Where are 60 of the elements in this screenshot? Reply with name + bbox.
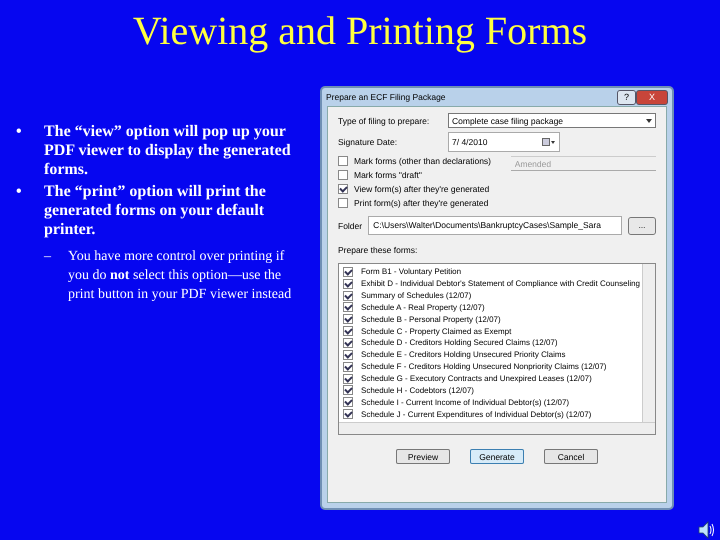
dialog-button[interactable]: Cancel	[544, 449, 598, 464]
form-item[interactable]: Schedule C - Property Claimed as Exempt	[361, 326, 512, 336]
option-label[interactable]: View form(s) after they're generated	[354, 184, 490, 194]
checkbox[interactable]	[343, 374, 353, 384]
vertical-scrollbar[interactable]	[642, 264, 655, 422]
form-item[interactable]: Form B1 - Voluntary Petition	[361, 267, 462, 276]
checkbox[interactable]	[343, 314, 353, 324]
form-item[interactable]: Schedule H - Codebtors (12/07)	[361, 386, 474, 395]
option-label[interactable]: Print form(s) after they're generated	[354, 198, 488, 208]
option-label[interactable]: Mark forms (other than declarations)	[354, 156, 491, 166]
checkbox[interactable]	[343, 326, 353, 336]
form-item[interactable]: Schedule A - Real Property (12/07)	[361, 302, 485, 312]
form-item[interactable]: Schedule E - Creditors Holding Unsecured Priority Claims	[361, 350, 566, 360]
option-label[interactable]: Mark forms "draft"	[354, 170, 422, 180]
speaker-icon[interactable]	[698, 520, 714, 540]
calendar-icon[interactable]	[542, 138, 556, 146]
slide-title: Viewing and Printing Forms	[132, 7, 588, 55]
sub-bullet-text: You have more control over printing if you do not select this option—use the print button in your PDF viewer instead	[68, 248, 292, 304]
checkbox[interactable]	[343, 338, 353, 348]
checkbox[interactable]	[338, 198, 348, 208]
date-field[interactable]: 7/ 4/2010	[448, 132, 560, 152]
form-item[interactable]: Schedule G - Executory Contracts and Unexpired Leases (12/07)	[361, 374, 592, 384]
field-label: Signature Date:	[338, 137, 398, 147]
form-item[interactable]: Schedule I - Current Income of Individual Debtor(s) (12/07)	[361, 398, 570, 407]
checkbox[interactable]	[343, 397, 353, 408]
checkbox[interactable]	[343, 409, 353, 420]
dash-marker: –	[44, 248, 52, 266]
close-button[interactable]: X	[636, 90, 668, 104]
horizontal-scrollbar[interactable]	[339, 422, 655, 434]
form-item[interactable]: Schedule B - Personal Property (12/07)	[361, 314, 501, 324]
bullet-text: The “print” option will print the generated forms on your default printer.	[44, 182, 267, 239]
form-item[interactable]: Schedule J - Current Expenditures of Individual Debtor(s) (12/07)	[361, 410, 592, 419]
field-label: Folder	[338, 220, 362, 230]
form-item[interactable]: Schedule F - Creditors Holding Unsecured Nonpriority Claims (12/07)	[361, 362, 606, 372]
form-item[interactable]: Schedule D - Creditors Holding Secured Claims (12/07)	[361, 338, 558, 348]
checkbox[interactable]	[343, 278, 353, 289]
browse-button[interactable]: ...	[628, 216, 656, 234]
form-item[interactable]: Exhibit D - Individual Debtor's Statement of Compliance with Credit Counseling	[361, 279, 640, 288]
checkbox[interactable]	[338, 156, 348, 166]
checkbox[interactable]	[343, 266, 353, 277]
dropdown-arrow-icon	[646, 118, 652, 122]
checkbox[interactable]	[343, 290, 353, 301]
checkbox[interactable]	[343, 362, 353, 372]
folder-field[interactable]: C:\Users\Walter\Documents\BankruptcyCases\Sample_Sara	[368, 216, 622, 235]
checkbox[interactable]	[343, 385, 353, 396]
filing-type-dropdown[interactable]: Complete case filing package	[448, 113, 656, 128]
form-item[interactable]: Summary of Schedules (12/07)	[361, 291, 472, 300]
bullet-marker: •	[16, 182, 23, 202]
window-title: Prepare an ECF Filing Package	[326, 92, 447, 102]
default-button[interactable]: Generate	[470, 449, 524, 464]
dialog-button[interactable]: Preview	[396, 449, 450, 464]
checkbox[interactable]	[338, 170, 348, 180]
field-label: Type of filing to prepare:	[338, 116, 430, 126]
checkbox[interactable]	[343, 302, 353, 312]
checkbox[interactable]	[343, 350, 353, 360]
section-label: Prepare these forms:	[338, 245, 418, 255]
help-button[interactable]: ?	[616, 90, 636, 104]
bullet-marker: •	[16, 122, 23, 142]
bullet-text: The “view” option will pop up your PDF viewer to display the generated forms.	[44, 122, 292, 179]
checkbox[interactable]	[338, 184, 348, 194]
